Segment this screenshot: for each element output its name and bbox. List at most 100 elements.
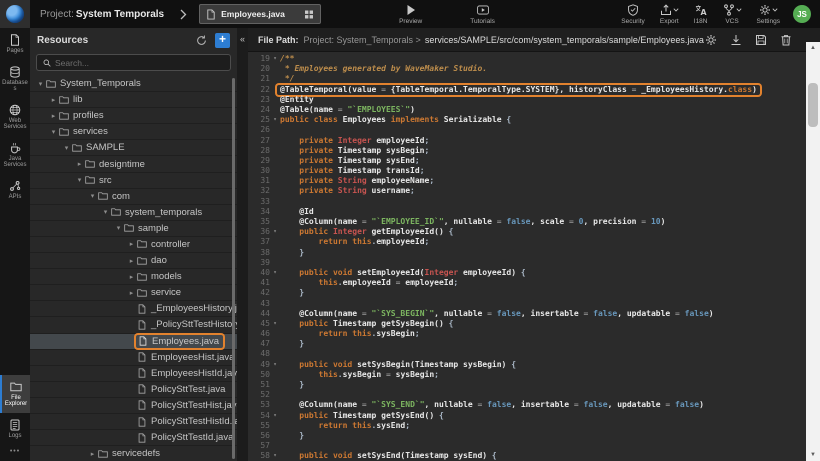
tree-folder-sample[interactable]: ▾SAMPLE [30, 140, 237, 156]
fold-arrow-icon[interactable]: ▾ [270, 54, 280, 64]
fold-arrow-icon[interactable]: ▾ [270, 227, 280, 237]
tree-folder-designtime[interactable]: ▸designtime [30, 156, 237, 172]
fold-arrow-icon[interactable]: ▾ [270, 319, 280, 329]
fold-arrow-icon[interactable]: ▾ [270, 115, 280, 125]
delete-icon[interactable] [780, 34, 792, 46]
code-line-54[interactable]: 54▾ public Timestamp getSysEnd() { [248, 411, 820, 421]
arrow-open-icon[interactable]: ▾ [62, 144, 71, 152]
tree-folder-sample[interactable]: ▾sample [30, 221, 237, 237]
arrow-open-icon[interactable]: ▾ [101, 208, 110, 216]
security-button[interactable]: Security [621, 3, 644, 25]
tree-folder-servicedefs[interactable]: ▸servicedefs [30, 446, 237, 461]
arrow-open-icon[interactable]: ▾ [49, 128, 58, 136]
arrow-closed-icon[interactable]: ▸ [75, 160, 84, 168]
save-icon[interactable] [755, 34, 767, 46]
code-line-26[interactable]: 26 [248, 125, 820, 135]
rail-overflow-button[interactable]: ••• [0, 444, 30, 461]
arrow-open-icon[interactable]: ▾ [114, 224, 123, 232]
tree-file-policystttesthistid-java[interactable]: PolicySttTestHistId.java [30, 414, 237, 430]
tree-folder-service[interactable]: ▸service [30, 285, 237, 301]
code-line-20[interactable]: 20 * Employees generated by WaveMaker St… [248, 64, 820, 74]
tree-folder-dao[interactable]: ▸dao [30, 253, 237, 269]
fold-arrow-icon[interactable]: ▾ [270, 411, 280, 421]
collapse-panel-button[interactable]: « [238, 35, 247, 44]
code-line-52[interactable]: 52 [248, 390, 820, 400]
fold-arrow-icon[interactable]: ▾ [270, 451, 280, 461]
code-line-41[interactable]: 41 this.employeeId = employeeId; [248, 278, 820, 288]
code-line-31[interactable]: 31 private String employeeName; [248, 176, 820, 186]
code-line-46[interactable]: 46 return this.sysBegin; [248, 329, 820, 339]
scroll-down-arrow-icon[interactable]: ▼ [806, 451, 820, 459]
tree-file-policystttestid-java[interactable]: PolicySttTestId.java [30, 430, 237, 446]
code-line-58[interactable]: 58▾ public void setSysEnd(Timestamp sysE… [248, 451, 820, 461]
code-line-34[interactable]: 34 @Id [248, 207, 820, 217]
arrow-open-icon[interactable]: ▾ [36, 80, 45, 88]
tree-scrollbar-thumb[interactable] [232, 78, 235, 459]
file-settings-icon[interactable] [705, 34, 717, 46]
code-line-56[interactable]: 56 } [248, 431, 820, 441]
code-line-37[interactable]: 37 return this.employeeId; [248, 237, 820, 247]
code-line-38[interactable]: 38 } [248, 248, 820, 258]
tutorials-button[interactable]: Tutorials [470, 4, 495, 25]
code-line-51[interactable]: 51 } [248, 380, 820, 390]
open-file-tab[interactable]: Employees.java [199, 4, 321, 24]
tree-folder-models[interactable]: ▸models [30, 269, 237, 285]
add-resource-button[interactable]: + [215, 33, 230, 48]
code-line-57[interactable]: 57 [248, 441, 820, 451]
code-line-22[interactable]: 22@TableTemporal(value = {TableTemporal.… [248, 85, 820, 95]
vcs-button[interactable]: VCS [723, 3, 742, 25]
rail-item-apis[interactable]: APIs [0, 174, 30, 206]
tree-file-employeeshistory-java[interactable]: _EmployeesHistory.java [30, 301, 237, 317]
arrow-closed-icon[interactable]: ▸ [127, 257, 136, 265]
tree-file-employeeshist-java[interactable]: EmployeesHist.java [30, 350, 237, 366]
panel-divider[interactable]: « [237, 28, 248, 461]
code-line-33[interactable]: 33 [248, 197, 820, 207]
code-line-35[interactable]: 35 @Column(name = "`EMPLOYEE_ID`", nulla… [248, 217, 820, 227]
tree-folder-system-temporals[interactable]: ▾system_temporals [30, 205, 237, 221]
code-line-43[interactable]: 43 [248, 299, 820, 309]
code-line-30[interactable]: 30 private Timestamp transId; [248, 166, 820, 176]
fold-arrow-icon[interactable]: ▾ [270, 360, 280, 370]
arrow-closed-icon[interactable]: ▸ [127, 273, 136, 281]
code-line-27[interactable]: 27 private Integer employeeId; [248, 136, 820, 146]
arrow-closed-icon[interactable]: ▸ [88, 450, 97, 458]
arrow-closed-icon[interactable]: ▸ [127, 289, 136, 297]
tree-file-policystttest-java[interactable]: PolicySttTest.java [30, 382, 237, 398]
code-line-32[interactable]: 32 private String username; [248, 186, 820, 196]
tree-file-policystttesthistory-java[interactable]: _PolicySttTestHistory.java [30, 317, 237, 333]
code-line-42[interactable]: 42 } [248, 288, 820, 298]
preview-button[interactable]: Preview [399, 4, 422, 25]
tree-folder-lib[interactable]: ▸lib [30, 92, 237, 108]
settings-button[interactable]: Settings [757, 3, 781, 25]
code-line-45[interactable]: 45▾ public Timestamp getSysBegin() { [248, 319, 820, 329]
editor-scrollbar[interactable]: ▲ ▼ [806, 42, 820, 461]
code-line-47[interactable]: 47 } [248, 339, 820, 349]
arrow-closed-icon[interactable]: ▸ [49, 96, 58, 104]
code-line-44[interactable]: 44 @Column(name = "`SYS_BEGIN`", nullabl… [248, 309, 820, 319]
tree-folder-profiles[interactable]: ▸profiles [30, 108, 237, 124]
rail-item-logs[interactable]: Logs [0, 413, 30, 445]
code-line-40[interactable]: 40▾ public void setEmployeeId(Integer em… [248, 268, 820, 278]
rail-item-web-services[interactable]: Web Services [0, 98, 30, 136]
code-line-25[interactable]: 25▾public class Employees implements Ser… [248, 115, 820, 125]
search-input[interactable] [55, 58, 224, 68]
tree-file-employeeshistid-java[interactable]: EmployeesHistId.java [30, 366, 237, 382]
scroll-up-arrow-icon[interactable]: ▲ [806, 44, 820, 52]
grid-icon[interactable] [304, 9, 314, 20]
code-line-21[interactable]: 21 */ [248, 74, 820, 84]
tree-folder-controller[interactable]: ▸controller [30, 237, 237, 253]
home-button[interactable] [0, 0, 30, 28]
user-avatar[interactable]: JS [793, 5, 811, 23]
code-editor[interactable]: 19▾/**20 * Employees generated by WaveMa… [248, 52, 820, 461]
i18n-button[interactable]: AI18N [694, 3, 708, 25]
code-line-24[interactable]: 24@Table(name = "`EMPLOYEES`") [248, 105, 820, 115]
tree-folder-services[interactable]: ▾services [30, 124, 237, 140]
tree-file-employees-java[interactable]: Employees.java [30, 334, 237, 350]
code-line-36[interactable]: 36▾ public Integer getEmployeeId() { [248, 227, 820, 237]
tree-folder-system-temporals[interactable]: ▾System_Temporals [30, 76, 237, 92]
code-line-23[interactable]: 23@Entity [248, 95, 820, 105]
code-line-55[interactable]: 55 return this.sysEnd; [248, 421, 820, 431]
code-line-39[interactable]: 39 [248, 258, 820, 268]
arrow-open-icon[interactable]: ▾ [75, 176, 84, 184]
fold-arrow-icon[interactable]: ▾ [270, 268, 280, 278]
